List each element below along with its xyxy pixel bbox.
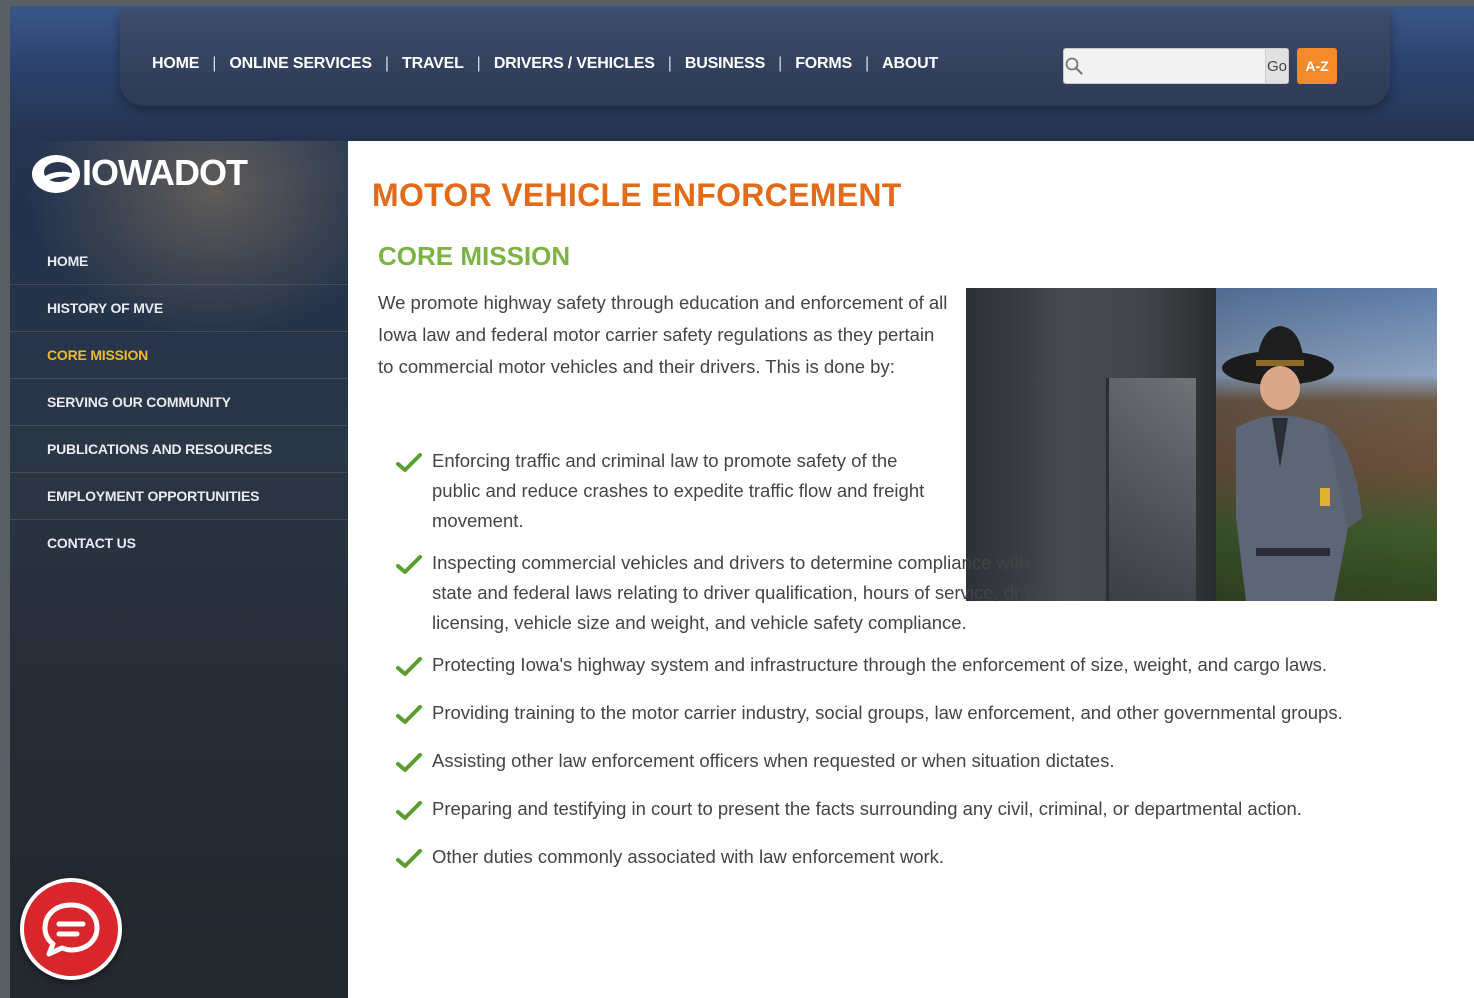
iowa-dot-logo-mark-icon: [32, 155, 80, 193]
list-item: Protecting Iowa's highway system and inf…: [396, 650, 1456, 686]
nav-separator: |: [212, 55, 217, 72]
search-input[interactable]: [1084, 51, 1265, 81]
nav-travel[interactable]: TRAVEL: [402, 55, 464, 73]
logo-text: IOWADOT: [82, 152, 248, 193]
list-item: Enforcing traffic and criminal law to pr…: [396, 446, 926, 536]
check-icon: [396, 746, 432, 782]
nav-online-services[interactable]: ONLINE SERVICES: [229, 55, 372, 73]
list-item: Preparing and testifying in court to pre…: [396, 794, 1456, 830]
search-box: Go: [1063, 48, 1289, 84]
page-title: MOTOR VEHICLE ENFORCEMENT: [372, 177, 902, 213]
iowa-dot-logo[interactable]: IOWADOT: [28, 148, 248, 198]
section-title: CORE MISSION: [378, 241, 571, 271]
list-item: Inspecting commercial vehicles and drive…: [396, 548, 1076, 638]
list-item: Other duties commonly associated with la…: [396, 842, 1456, 878]
search-icon: [1064, 56, 1084, 76]
list-item: Providing training to the motor carrier …: [396, 698, 1456, 734]
sidebar-item-contact-us[interactable]: CONTACT US: [10, 520, 348, 567]
sidebar-nav: HOME HISTORY OF MVE CORE MISSION SERVING…: [10, 238, 348, 567]
list-item-text: Protecting Iowa's highway system and inf…: [432, 654, 1328, 675]
nav-forms[interactable]: FORMS: [795, 55, 852, 73]
chat-bubble-icon: [42, 902, 100, 957]
nav-separator: |: [476, 55, 481, 72]
sidebar-item-home[interactable]: HOME: [10, 238, 348, 285]
list-item-text: Inspecting commercial vehicles and drive…: [432, 552, 1050, 633]
check-icon: [396, 842, 432, 878]
nav-drivers-vehicles[interactable]: DRIVERS / VEHICLES: [494, 55, 655, 73]
a-z-button[interactable]: A-Z: [1297, 48, 1337, 84]
chat-button[interactable]: [20, 878, 122, 980]
list-item: Assisting other law enforcement officers…: [396, 746, 1456, 782]
check-icon: [396, 548, 432, 584]
nav-home[interactable]: HOME: [152, 55, 199, 73]
nav-about[interactable]: ABOUT: [882, 55, 938, 73]
search-go-button[interactable]: Go: [1265, 49, 1288, 83]
nav-separator: |: [865, 55, 870, 72]
sidebar-item-history-of-mve[interactable]: HISTORY OF MVE: [10, 285, 348, 332]
page-frame: HOME | ONLINE SERVICES | TRAVEL | DRIVER…: [10, 6, 1474, 998]
check-icon: [396, 446, 432, 482]
nav-separator: |: [384, 55, 390, 72]
sidebar-item-serving-our-community[interactable]: SERVING OUR COMMUNITY: [10, 379, 348, 426]
check-icon: [396, 650, 432, 686]
main-nav: HOME | ONLINE SERVICES | TRAVEL | DRIVER…: [152, 50, 938, 78]
duties-list: Enforcing traffic and criminal law to pr…: [396, 446, 1456, 878]
nav-business[interactable]: BUSINESS: [685, 55, 765, 73]
sidebar-item-employment-opportunities[interactable]: EMPLOYMENT OPPORTUNITIES: [10, 473, 348, 520]
list-item-text: Assisting other law enforcement officers…: [432, 750, 1115, 771]
list-item-text: Providing training to the motor carrier …: [432, 702, 1343, 723]
main-content: MOTOR VEHICLE ENFORCEMENT CORE MISSION W…: [348, 141, 1474, 998]
nav-separator: |: [667, 55, 672, 72]
check-icon: [396, 698, 432, 734]
sidebar-item-publications-and-resources[interactable]: PUBLICATIONS AND RESOURCES: [10, 426, 348, 473]
intro-paragraph: We promote highway safety through educat…: [378, 292, 948, 377]
list-item-text: Preparing and testifying in court to pre…: [432, 798, 1302, 819]
sidebar-item-core-mission[interactable]: CORE MISSION: [10, 332, 348, 379]
list-item-text: Enforcing traffic and criminal law to pr…: [432, 450, 925, 531]
list-item-text: Other duties commonly associated with la…: [432, 846, 945, 867]
check-icon: [396, 794, 432, 830]
nav-separator: |: [778, 55, 783, 72]
